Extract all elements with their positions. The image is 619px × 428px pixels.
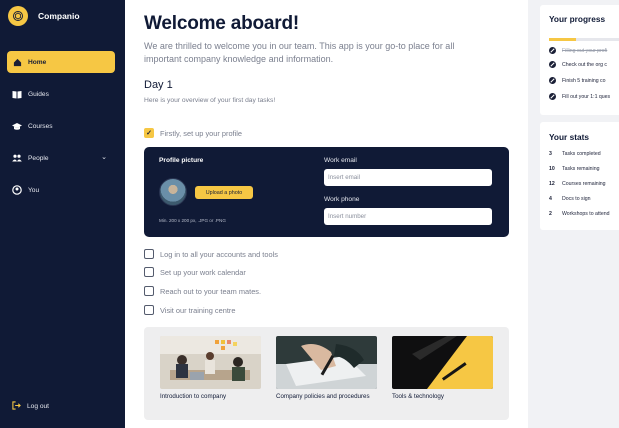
- chevron-down-icon[interactable]: ⌄: [101, 153, 107, 161]
- stat-row: 2 Workshops to attend: [549, 211, 609, 217]
- logout-icon: [12, 401, 21, 412]
- sidebar-item-people[interactable]: People ⌄: [7, 147, 115, 169]
- task-label: Reach out to your team mates.: [160, 286, 262, 296]
- stat-label: Tasks completed: [562, 151, 601, 157]
- task-label: Log in to all your accounts and tools: [160, 249, 278, 259]
- progress-icon: [549, 61, 556, 68]
- sidebar-item-label: People: [28, 154, 49, 162]
- task-label: Visit our training centre: [160, 305, 236, 315]
- task-log-in-accounts[interactable]: Log in to all your accounts and tools: [144, 249, 278, 259]
- checkbox[interactable]: [144, 305, 154, 315]
- tile-label: Tools & technology: [392, 393, 444, 400]
- user-icon: [12, 185, 22, 195]
- progress-item[interactable]: Fill out your 1:1 ques: [549, 93, 610, 100]
- stats-panel: Your stats 3 Tasks completed 10 Tasks re…: [540, 122, 619, 230]
- progress-item[interactable]: Finish 5 training co: [549, 77, 606, 84]
- right-panel: Your progress Filling out your profi Che…: [528, 0, 619, 428]
- progress-title: Your progress: [549, 14, 606, 24]
- task-set-up-profile[interactable]: Firstly, set up your profile: [144, 128, 242, 138]
- progress-panel: Your progress Filling out your profi Che…: [540, 5, 619, 115]
- avatar: [159, 178, 187, 206]
- stat-label: Courses remaining: [562, 181, 606, 187]
- logout-label: Log out: [27, 403, 49, 410]
- stat-value: 3: [549, 151, 552, 157]
- work-phone-label: Work phone: [324, 196, 360, 203]
- day-title: Day 1: [144, 79, 173, 91]
- page-subtitle: We are thrilled to welcome you in our te…: [144, 41, 455, 64]
- writing-photo: [276, 336, 377, 389]
- profile-card: Profile picture Upload a photo Min. 200 …: [144, 147, 509, 237]
- task-label: Set up your work calendar: [160, 267, 246, 277]
- logout-button[interactable]: Log out: [12, 401, 49, 412]
- sidebar-nav: Home Guides Courses People ⌄ You: [7, 51, 115, 211]
- checkbox[interactable]: [144, 128, 154, 138]
- book-icon: [12, 89, 22, 99]
- sidebar-item-you[interactable]: You: [7, 179, 115, 201]
- graduation-cap-icon: [12, 121, 22, 131]
- sidebar-item-courses[interactable]: Courses: [7, 115, 115, 137]
- companio-logo-icon: [8, 6, 28, 26]
- main-content: Welcome aboard! We are thrilled to welco…: [125, 0, 528, 428]
- sidebar-item-label: Courses: [28, 122, 53, 130]
- progress-item-label: Finish 5 training co: [562, 77, 606, 84]
- stat-row: 12 Courses remaining: [549, 181, 606, 187]
- stat-value: 10: [549, 166, 555, 172]
- brand[interactable]: Companio: [8, 6, 80, 26]
- work-phone-field[interactable]: Insert number: [324, 208, 492, 225]
- progress-item[interactable]: Filling out your profi: [549, 47, 607, 54]
- progress-icon: [549, 77, 556, 84]
- stat-label: Workshops to attend: [562, 211, 610, 217]
- task-work-calendar[interactable]: Set up your work calendar: [144, 267, 246, 277]
- day-subtitle: Here is your overview of your first day …: [144, 97, 276, 104]
- progress-icon: [549, 93, 556, 100]
- task-reach-out[interactable]: Reach out to your team mates.: [144, 286, 261, 296]
- stat-value: 4: [549, 196, 552, 202]
- tile-label: Company policies and procedures: [276, 393, 370, 400]
- checkbox[interactable]: [144, 286, 154, 296]
- page-title: Welcome aboard!: [144, 13, 300, 34]
- checkbox[interactable]: [144, 267, 154, 277]
- tools-graphic: [392, 336, 493, 389]
- upload-photo-button[interactable]: Upload a photo: [195, 186, 253, 199]
- stat-value: 12: [549, 181, 555, 187]
- stat-row: 3 Tasks completed: [549, 151, 601, 157]
- stat-row: 4 Docs to sign: [549, 196, 591, 202]
- progress-item-label: Fill out your 1:1 ques: [562, 93, 611, 100]
- tile-policies[interactable]: Company policies and procedures: [276, 336, 377, 401]
- progress-item-label: Check out the org c: [562, 61, 607, 68]
- stats-title: Your stats: [549, 132, 589, 142]
- sidebar: Companio Home Guides Courses People ⌄ Yo…: [0, 0, 125, 428]
- work-email-field[interactable]: Insert email: [324, 169, 492, 186]
- meeting-photo: [160, 336, 261, 389]
- checkbox[interactable]: [144, 249, 154, 259]
- stat-value: 2: [549, 211, 552, 217]
- sidebar-item-label: Home: [28, 58, 47, 66]
- progress-item[interactable]: Check out the org c: [549, 61, 607, 68]
- progress-bar: [549, 38, 619, 41]
- task-training-centre[interactable]: Visit our training centre: [144, 305, 235, 315]
- resource-tiles: Introduction to company Company policies…: [144, 327, 509, 420]
- home-icon: [12, 57, 22, 67]
- tile-tools[interactable]: Tools & technology: [392, 336, 493, 401]
- sidebar-item-guides[interactable]: Guides: [7, 83, 115, 105]
- sidebar-item-home[interactable]: Home: [7, 51, 115, 73]
- stat-row: 10 Tasks remaining: [549, 166, 599, 172]
- done-icon: [549, 47, 556, 54]
- work-email-label: Work email: [324, 157, 357, 164]
- sidebar-item-label: Guides: [28, 90, 49, 98]
- progress-item-label: Filling out your profi: [562, 47, 608, 54]
- tile-introduction[interactable]: Introduction to company: [160, 336, 261, 401]
- upload-hint: Min. 200 x 200 px, .JPG or .PNG: [159, 218, 226, 223]
- app-name: Companio: [38, 11, 80, 21]
- sidebar-item-label: You: [28, 186, 40, 194]
- tile-label: Introduction to company: [160, 393, 227, 400]
- progress-bar-fill: [549, 38, 576, 41]
- stat-label: Tasks remaining: [562, 166, 600, 172]
- stat-label: Docs to sign: [562, 196, 591, 202]
- profile-picture-label: Profile picture: [159, 157, 204, 164]
- task-label: Firstly, set up your profile: [160, 128, 243, 138]
- people-icon: [12, 153, 22, 163]
